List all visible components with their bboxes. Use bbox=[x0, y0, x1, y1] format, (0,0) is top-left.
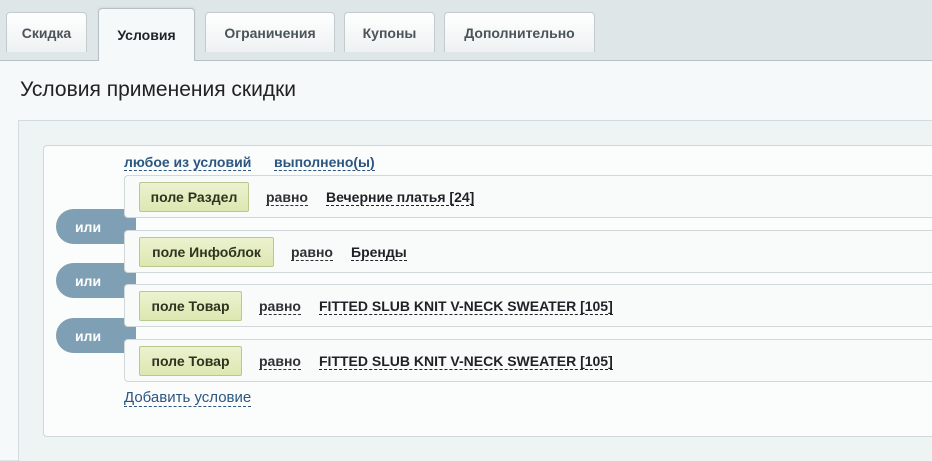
condition-value[interactable]: FITTED SLUB KNIT V-NECK SWEATER [105] bbox=[319, 298, 613, 315]
condition-operator[interactable]: равно bbox=[259, 353, 301, 370]
logic-state-link[interactable]: выполнено(ы) bbox=[274, 154, 375, 171]
add-condition-link[interactable]: Добавить условие bbox=[124, 390, 252, 407]
tab-additional[interactable]: Дополнительно bbox=[444, 12, 595, 52]
condition-row: поле Товар равно FITTED SLUB KNIT V-NECK… bbox=[124, 339, 932, 382]
tab-conditions[interactable]: Условия bbox=[98, 8, 195, 61]
condition-value[interactable]: Вечерние платья [24] bbox=[326, 189, 475, 206]
condition-value[interactable]: FITTED SLUB KNIT V-NECK SWEATER [105] bbox=[319, 353, 613, 370]
condition-field-button[interactable]: поле Товар bbox=[139, 291, 242, 321]
condition-field-button[interactable]: поле Инфоблок bbox=[139, 237, 274, 267]
condition-value[interactable]: Бренды bbox=[351, 244, 407, 261]
logic-mode-link[interactable]: любое из условий bbox=[124, 154, 252, 171]
tab-restrictions[interactable]: Ограничения bbox=[205, 12, 335, 52]
condition-row: поле Инфоблок равно Бренды bbox=[124, 230, 932, 273]
tab-bar: Скидка Условия Ограничения Купоны Дополн… bbox=[0, 0, 932, 61]
condition-field-button[interactable]: поле Товар bbox=[139, 346, 242, 376]
condition-row: поле Товар равно FITTED SLUB KNIT V-NECK… bbox=[124, 284, 932, 327]
page-title: Условия применения скидки bbox=[20, 78, 296, 101]
tab-discount[interactable]: Скидка bbox=[6, 12, 87, 52]
condition-operator[interactable]: равно bbox=[291, 244, 333, 261]
condition-field-button[interactable]: поле Раздел bbox=[139, 182, 249, 212]
condition-row: поле Раздел равно Вечерние платья [24] bbox=[124, 175, 932, 218]
condition-operator[interactable]: равно bbox=[259, 298, 301, 315]
condition-group: любое из условий выполнено(ы) или или ил… bbox=[43, 145, 932, 437]
conditions-panel: Условия применения скидки любое из услов… bbox=[0, 60, 932, 461]
tab-coupons[interactable]: Купоны bbox=[344, 12, 435, 52]
condition-operator[interactable]: равно bbox=[266, 189, 308, 206]
conditions-area: любое из условий выполнено(ы) или или ил… bbox=[18, 120, 932, 461]
